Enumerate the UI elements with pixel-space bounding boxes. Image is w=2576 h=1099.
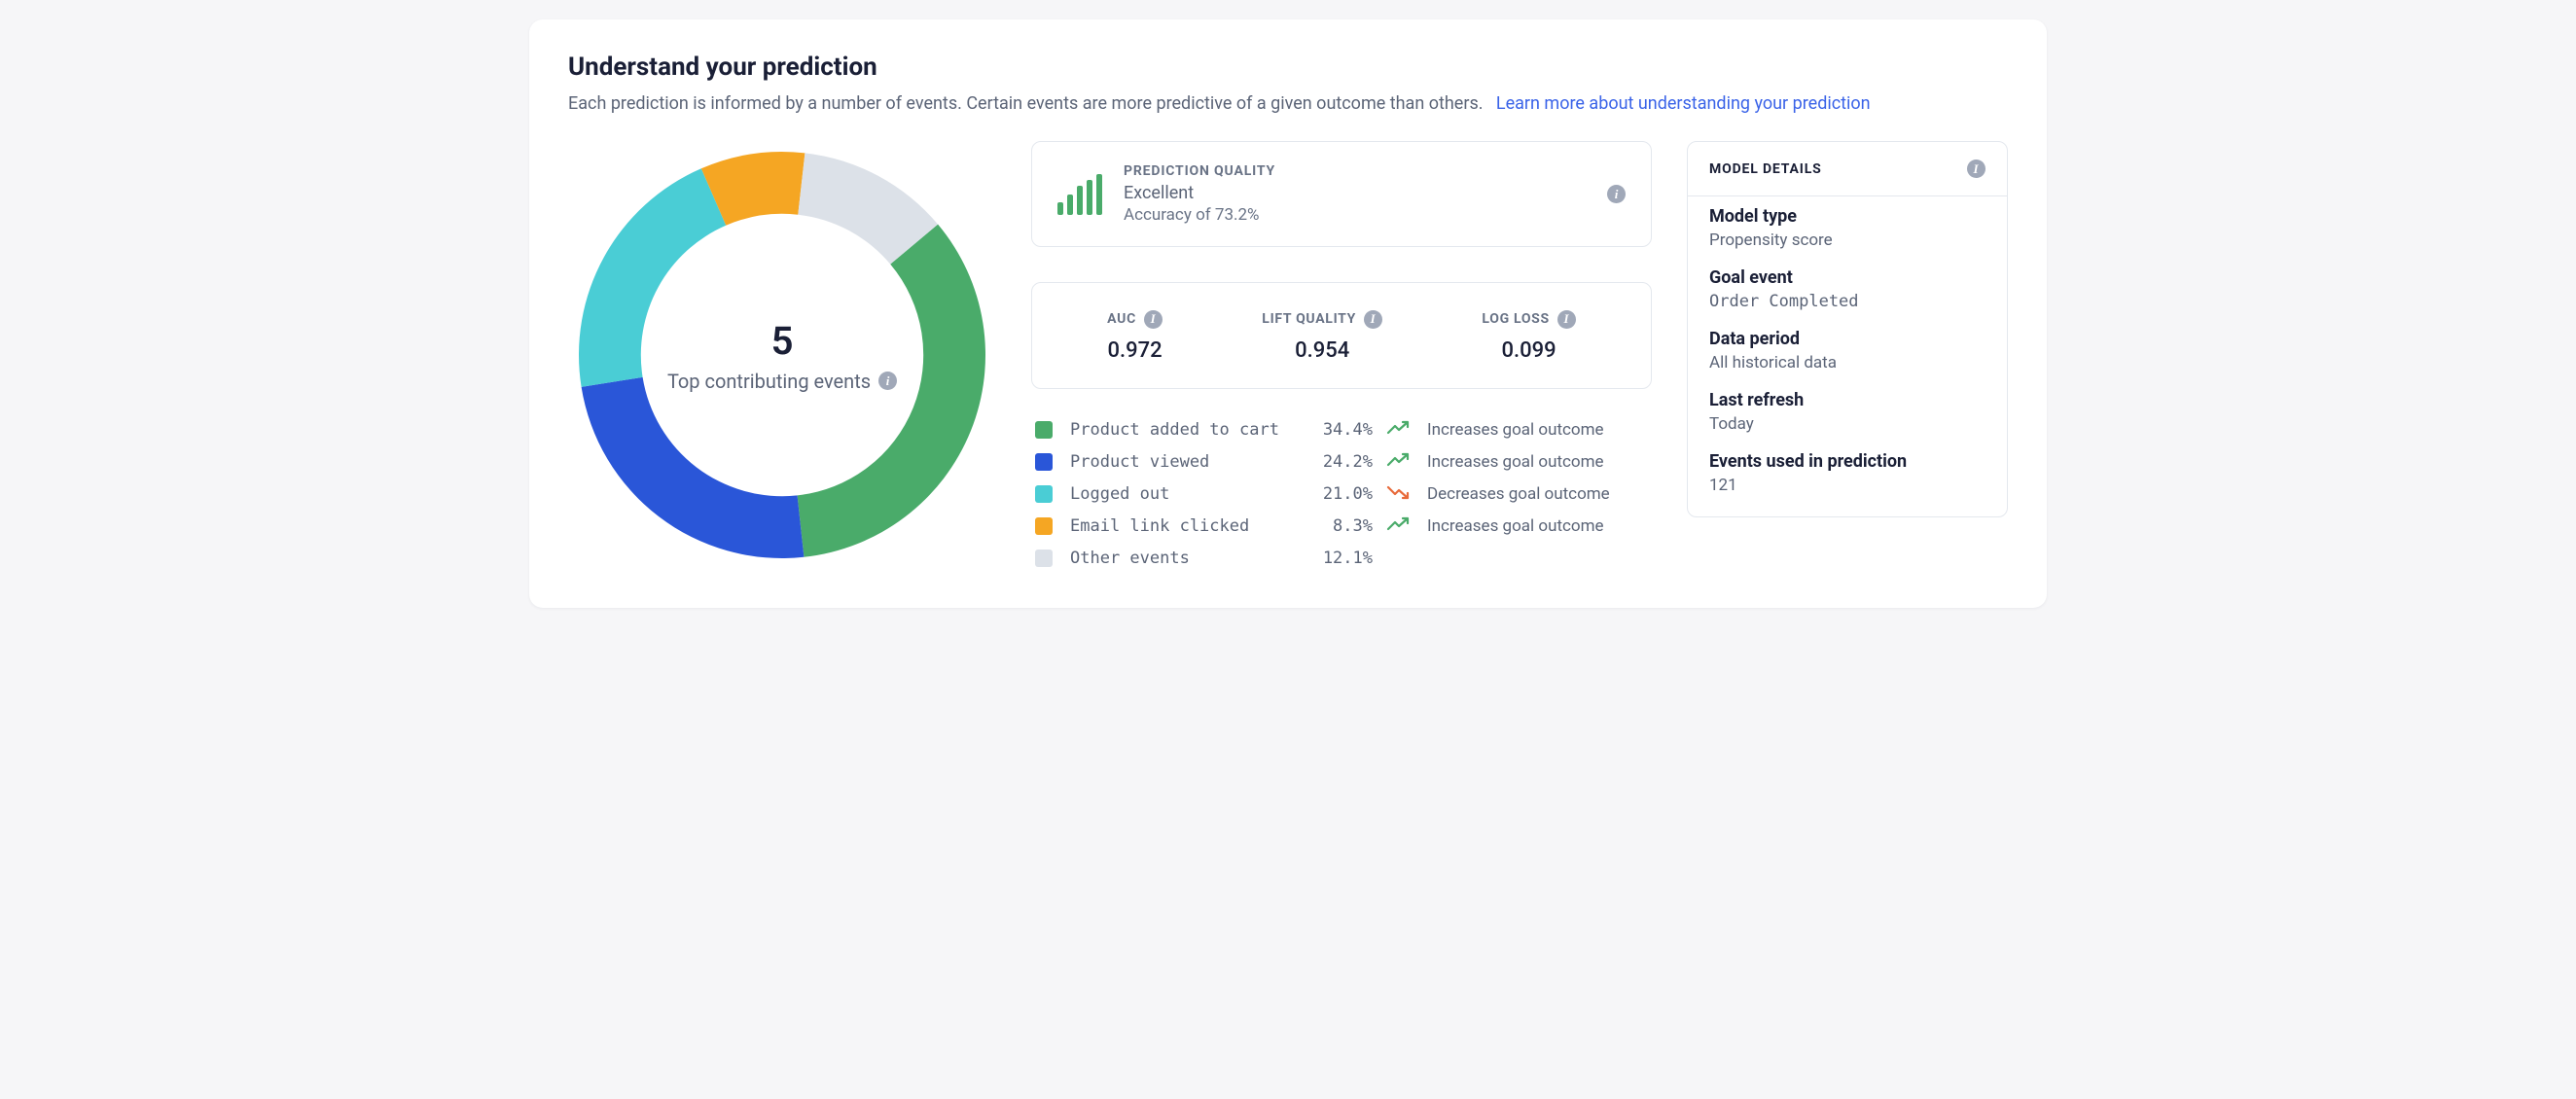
metric-logloss: LOG LOSS i 0.099 <box>1482 308 1575 363</box>
event-percent: 8.3% <box>1305 516 1373 536</box>
donut-count: 5 <box>771 318 794 364</box>
contributor-row: Email link clicked 8.3% Increases goal out… <box>1035 516 1648 537</box>
contributors-list: Product added to cart 34.4% Increases goal… <box>1031 420 1652 568</box>
color-swatch <box>1035 421 1053 439</box>
field-value: 121 <box>1709 476 1986 495</box>
field-label: Events used in prediction <box>1709 451 1986 472</box>
color-swatch <box>1035 517 1053 535</box>
metrics-column: PREDICTION QUALITY Excellent Accuracy of… <box>1031 141 1652 568</box>
field-label: Last refresh <box>1709 390 1986 410</box>
contributor-row: Product added to cart 34.4% Increases goal… <box>1035 420 1648 441</box>
contributor-row: Logged out 21.0% Decreases goal outcome <box>1035 484 1648 505</box>
info-icon[interactable]: i <box>1144 310 1163 329</box>
metric-label: LIFT QUALITY <box>1262 311 1356 327</box>
event-percent: 34.4% <box>1305 420 1373 440</box>
field-label: Goal event <box>1709 267 1986 288</box>
signal-bars-icon <box>1057 174 1102 215</box>
quality-rating: Excellent <box>1124 183 1586 203</box>
field-value: Today <box>1709 414 1986 434</box>
trend-up-icon <box>1386 452 1413 473</box>
subtitle-text: Each prediction is informed by a number … <box>568 93 1483 114</box>
contributor-row: Other events 12.1% <box>1035 549 1648 568</box>
color-swatch <box>1035 550 1053 567</box>
event-name: Product viewed <box>1070 452 1291 472</box>
metric-lift: LIFT QUALITY i 0.954 <box>1262 308 1382 363</box>
event-name: Email link clicked <box>1070 516 1291 536</box>
prediction-quality-panel: PREDICTION QUALITY Excellent Accuracy of… <box>1031 141 1652 247</box>
direction-text: Increases goal outcome <box>1427 452 1648 472</box>
field-label: Model type <box>1709 206 1986 227</box>
event-name: Product added to cart <box>1070 420 1291 440</box>
event-name: Other events <box>1070 549 1291 568</box>
metrics-panel: AUC i 0.972 LIFT QUALITY i 0.954 LOG LOS… <box>1031 282 1652 389</box>
direction-text: Increases goal outcome <box>1427 420 1648 440</box>
event-percent: 12.1% <box>1305 549 1373 568</box>
trend-up-icon <box>1386 516 1413 537</box>
donut-chart: 5 Top contributing events i <box>568 141 996 569</box>
direction-text: Increases goal outcome <box>1427 516 1648 536</box>
prediction-insight-card: Understand your prediction Each predicti… <box>529 19 2047 608</box>
field-value: Propensity score <box>1709 230 1986 250</box>
field-value: Order Completed <box>1709 292 1986 311</box>
event-percent: 21.0% <box>1305 484 1373 504</box>
event-percent: 24.2% <box>1305 452 1373 472</box>
field-label: Data period <box>1709 329 1986 349</box>
info-icon[interactable]: i <box>1364 310 1382 329</box>
metric-label: AUC <box>1107 311 1136 327</box>
info-icon[interactable]: i <box>1967 160 1986 178</box>
quality-heading: PREDICTION QUALITY <box>1124 163 1586 179</box>
metric-label: LOG LOSS <box>1482 311 1549 327</box>
section-subtitle: Each prediction is informed by a number … <box>568 93 2008 114</box>
quality-accuracy: Accuracy of 73.2% <box>1124 205 1586 225</box>
donut-label: Top contributing events <box>667 370 871 393</box>
learn-more-link[interactable]: Learn more about understanding your pred… <box>1496 93 1871 114</box>
info-icon[interactable]: i <box>878 372 897 390</box>
field-value: All historical data <box>1709 353 1986 372</box>
event-name: Logged out <box>1070 484 1291 504</box>
metric-auc: AUC i 0.972 <box>1107 308 1163 363</box>
metric-value: 0.099 <box>1482 338 1575 363</box>
contributor-row: Product viewed 24.2% Increases goal outcom… <box>1035 452 1648 473</box>
info-icon[interactable]: i <box>1557 310 1576 329</box>
model-details-panel: MODEL DETAILS i Model type Propensity sc… <box>1687 141 2008 517</box>
model-details-column: MODEL DETAILS i Model type Propensity sc… <box>1687 141 2008 517</box>
color-swatch <box>1035 485 1053 503</box>
direction-text: Decreases goal outcome <box>1427 484 1648 504</box>
trend-down-icon <box>1386 484 1413 505</box>
metric-value: 0.954 <box>1262 338 1382 363</box>
section-title: Understand your prediction <box>568 53 2008 82</box>
color-swatch <box>1035 453 1053 471</box>
metric-value: 0.972 <box>1107 338 1163 363</box>
info-icon[interactable]: i <box>1607 185 1626 203</box>
model-details-heading: MODEL DETAILS <box>1709 161 1822 177</box>
donut-column: 5 Top contributing events i <box>568 141 996 569</box>
trend-up-icon <box>1386 420 1413 441</box>
